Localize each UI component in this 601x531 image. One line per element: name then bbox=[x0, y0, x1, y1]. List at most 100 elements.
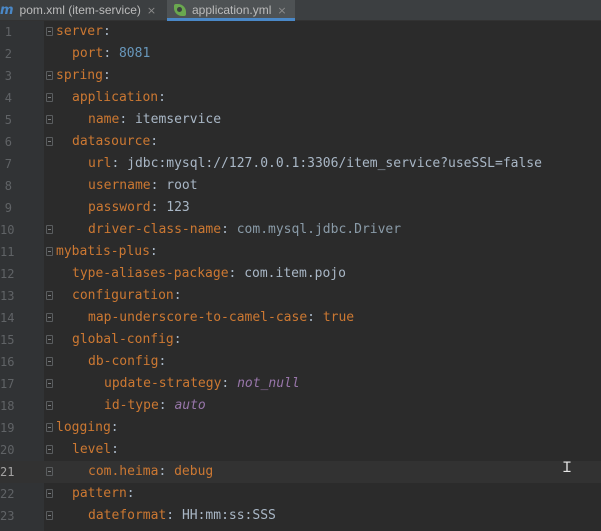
yaml-value: itemservice bbox=[134, 112, 222, 127]
yaml-separator: : bbox=[126, 486, 135, 501]
code-line[interactable]: 13 configuration: bbox=[0, 285, 601, 307]
spring-leaf-icon bbox=[174, 4, 186, 16]
fold-marker-icon[interactable] bbox=[46, 27, 53, 36]
code-text: dateformat: HH:mm:ss:SSS bbox=[88, 505, 276, 527]
code-line[interactable]: 22 pattern: bbox=[0, 483, 601, 505]
line-number: 4 bbox=[4, 91, 12, 105]
code-line[interactable]: 17 update-strategy: not_null bbox=[0, 373, 601, 395]
code-line[interactable]: 7 url: jdbc:mysql://127.0.0.1:3306/item_s… bbox=[0, 153, 601, 175]
yaml-key: map-underscore-to-camel-case bbox=[88, 310, 308, 325]
yaml-value: HH:mm:ss:SSS bbox=[181, 508, 276, 523]
text-ibeam-cursor-icon: Ｉ bbox=[560, 460, 574, 476]
code-line[interactable]: 3 spring: bbox=[0, 65, 601, 87]
code-text: type-aliases-package: com.item.pojo bbox=[72, 263, 346, 285]
code-line[interactable]: 16 db-config: bbox=[0, 351, 601, 373]
yaml-separator: : bbox=[150, 200, 167, 215]
yaml-separator: : bbox=[221, 222, 237, 237]
yaml-separator: : bbox=[158, 354, 167, 369]
fold-marker-icon[interactable] bbox=[46, 225, 53, 234]
maven-m-icon: m bbox=[0, 2, 14, 18]
line-number: 19 bbox=[0, 421, 15, 435]
line-number: 2 bbox=[4, 47, 12, 61]
code-text: datasource: bbox=[72, 131, 158, 153]
code-line[interactable]: 14 map-underscore-to-camel-case: true bbox=[0, 307, 601, 329]
code-line[interactable]: 5 name: itemservice bbox=[0, 109, 601, 131]
fold-marker-icon[interactable] bbox=[46, 137, 53, 146]
line-number: 5 bbox=[4, 113, 12, 127]
fold-marker-icon[interactable] bbox=[46, 115, 53, 124]
line-number: 22 bbox=[0, 487, 15, 501]
fold-marker-icon[interactable] bbox=[46, 379, 53, 388]
yaml-separator: : bbox=[228, 266, 245, 281]
yaml-separator: : bbox=[166, 508, 182, 523]
code-text: mybatis-plus: bbox=[56, 241, 158, 263]
line-number: 6 bbox=[4, 135, 12, 149]
yaml-key: server bbox=[56, 24, 103, 39]
close-icon[interactable]: × bbox=[147, 4, 156, 17]
code-line[interactable]: 10 driver-class-name: com.mysql.jdbc.Driv… bbox=[0, 219, 601, 241]
code-line[interactable]: 12 type-aliases-package: com.item.pojo bbox=[0, 263, 601, 285]
yaml-key: update-strategy bbox=[104, 376, 222, 391]
yaml-key: db-config bbox=[88, 354, 159, 369]
fold-marker-icon[interactable] bbox=[46, 467, 53, 476]
tab-pom-xml[interactable]: m pom.xml (item-service) × bbox=[0, 0, 167, 20]
yaml-separator: : bbox=[110, 420, 119, 435]
yaml-separator: : bbox=[111, 156, 128, 171]
code-line[interactable]: 4 application: bbox=[0, 87, 601, 109]
fold-marker-icon[interactable] bbox=[46, 489, 53, 498]
line-number: 8 bbox=[4, 179, 12, 193]
fold-marker-icon[interactable] bbox=[46, 423, 53, 432]
code-text: com.heima: debug bbox=[88, 461, 213, 483]
yaml-value: debug bbox=[174, 464, 214, 479]
fold-marker-icon[interactable] bbox=[46, 335, 53, 344]
yaml-separator: : bbox=[173, 288, 182, 303]
code-line[interactable]: 20 level: bbox=[0, 439, 601, 461]
yaml-key: username bbox=[88, 178, 151, 193]
code-line[interactable]: 8 username: root bbox=[0, 175, 601, 197]
code-line[interactable]: 19 logging: bbox=[0, 417, 601, 439]
yaml-separator: : bbox=[307, 310, 323, 325]
yaml-key: mybatis-plus bbox=[56, 244, 150, 259]
fold-marker-icon[interactable] bbox=[46, 291, 53, 300]
yaml-value: 8081 bbox=[118, 46, 151, 61]
yaml-key: spring bbox=[56, 68, 103, 83]
code-line[interactable]: 23 dateformat: HH:mm:ss:SSS bbox=[0, 505, 601, 527]
code-line[interactable]: 21 com.heima: debug bbox=[0, 461, 601, 483]
code-editor[interactable]: 1 server: 2 port: 8081 3 spring: 4 application:… bbox=[0, 21, 601, 531]
yaml-separator: : bbox=[111, 442, 119, 457]
fold-marker-icon[interactable] bbox=[46, 401, 53, 410]
fold-marker-icon[interactable] bbox=[46, 313, 53, 322]
yaml-value: not_null bbox=[237, 376, 300, 391]
code-text: port: 8081 bbox=[72, 43, 150, 65]
yaml-key: id-type bbox=[104, 398, 159, 413]
tab-application-yml[interactable]: application.yml × bbox=[167, 0, 295, 21]
yaml-separator: : bbox=[221, 376, 238, 391]
line-number: 17 bbox=[0, 377, 15, 391]
tab-label: pom.xml (item-service) bbox=[19, 3, 141, 17]
fold-marker-icon[interactable] bbox=[46, 445, 53, 454]
yaml-key: url bbox=[88, 156, 112, 171]
fold-marker-icon[interactable] bbox=[46, 357, 53, 366]
fold-marker-icon[interactable] bbox=[46, 511, 53, 520]
code-line[interactable]: 9 password: 123 bbox=[0, 197, 601, 219]
line-number: 16 bbox=[0, 355, 15, 369]
fold-marker-icon[interactable] bbox=[46, 93, 53, 102]
yaml-key: configuration bbox=[72, 288, 174, 303]
code-line[interactable]: 15 global-config: bbox=[0, 329, 601, 351]
yaml-separator: : bbox=[119, 112, 135, 127]
code-line[interactable]: 11 mybatis-plus: bbox=[0, 241, 601, 263]
code-line[interactable]: 6 datasource: bbox=[0, 131, 601, 153]
yaml-key: driver-class-name bbox=[88, 222, 222, 237]
code-text: db-config: bbox=[88, 351, 166, 373]
code-line[interactable]: 2 port: 8081 bbox=[0, 43, 601, 65]
yaml-key: password bbox=[88, 200, 151, 215]
yaml-value: auto bbox=[174, 398, 206, 413]
fold-marker-icon[interactable] bbox=[46, 247, 53, 256]
code-line[interactable]: 18 id-type: auto bbox=[0, 395, 601, 417]
fold-marker-icon[interactable] bbox=[46, 71, 53, 80]
line-number: 15 bbox=[0, 333, 15, 347]
line-number: 20 bbox=[0, 443, 15, 457]
code-text: application: bbox=[72, 87, 166, 109]
code-line[interactable]: 1 server: bbox=[0, 21, 601, 43]
close-icon[interactable]: × bbox=[277, 4, 286, 17]
